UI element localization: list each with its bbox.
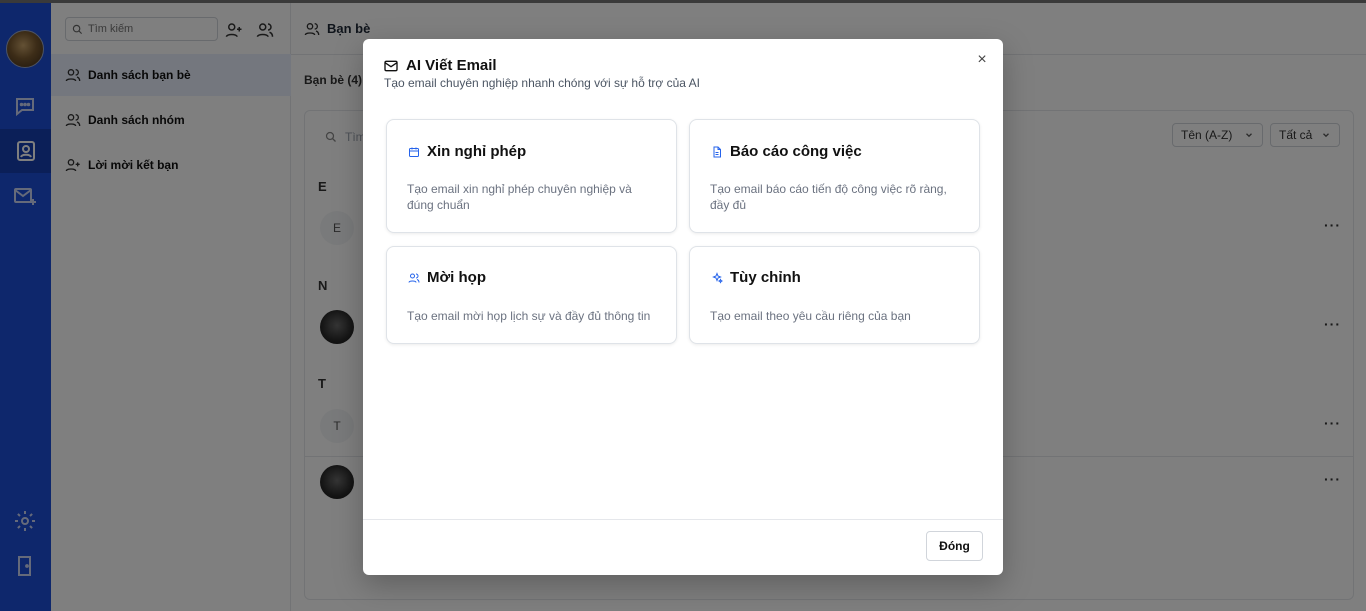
dialog-footer-divider: [363, 519, 1003, 520]
card-title-text: Mời họp: [427, 269, 486, 286]
card-title-text: Báo cáo công việc: [730, 143, 862, 160]
template-card-work-report[interactable]: Báo cáo công việc Tạo email báo cáo tiến…: [689, 119, 980, 233]
card-description: Tạo email theo yêu cầu riêng của bạn: [710, 309, 911, 323]
template-card-custom[interactable]: Tùy chỉnh Tạo email theo yêu cầu riêng c…: [689, 246, 980, 344]
ai-email-dialog: AI Viết Email Tạo email chuyên nghiệp nh…: [363, 39, 1003, 575]
card-description: Tạo email mời họp lịch sự và đầy đủ thôn…: [407, 309, 651, 323]
users-icon: [407, 271, 421, 285]
mail-icon: [383, 58, 399, 74]
card-title: Mời họp: [407, 269, 486, 286]
close-icon[interactable]: ×: [973, 51, 991, 69]
calendar-icon: [407, 145, 421, 159]
dialog-title: AI Viết Email: [383, 57, 497, 74]
sparkles-icon: [710, 271, 724, 285]
card-title-text: Tùy chỉnh: [730, 269, 801, 286]
card-description: Tạo email báo cáo tiến độ công việc rõ r…: [710, 182, 947, 212]
card-title-text: Xin nghỉ phép: [427, 143, 527, 160]
dialog-title-text: AI Viết Email: [406, 57, 497, 74]
dialog-subtitle: Tạo email chuyên nghiệp nhanh chóng với …: [384, 76, 700, 90]
close-button[interactable]: Đóng: [926, 531, 983, 561]
card-title: Tùy chỉnh: [710, 269, 801, 286]
card-title: Xin nghỉ phép: [407, 143, 526, 160]
template-card-leave-request[interactable]: Xin nghỉ phép Tạo email xin nghỉ phép ch…: [386, 119, 677, 233]
document-icon: [710, 145, 724, 159]
template-card-meeting-invite[interactable]: Mời họp Tạo email mời họp lịch sự và đầy…: [386, 246, 677, 344]
card-description: Tạo email xin nghỉ phép chuyên nghiệp và…: [407, 182, 632, 212]
card-title: Báo cáo công việc: [710, 143, 862, 160]
